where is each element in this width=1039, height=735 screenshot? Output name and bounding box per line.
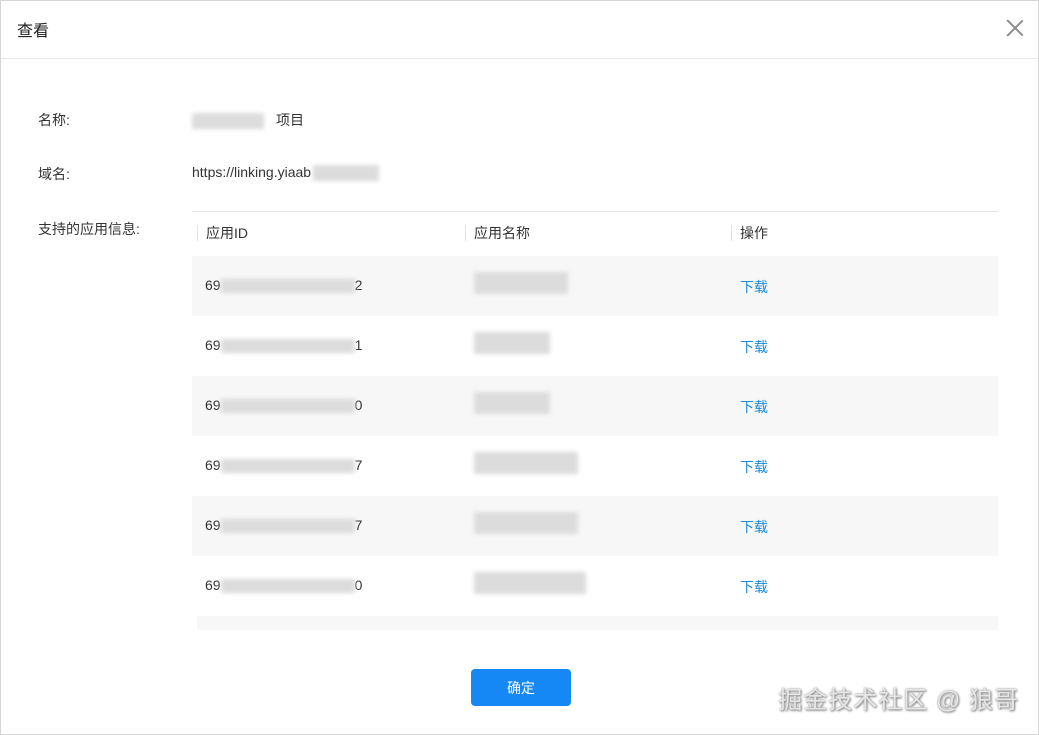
download-link[interactable]: 下载 [740, 577, 768, 597]
table-header: 应用ID 应用名称 操作 [192, 212, 998, 256]
name-suffix: 项目 [276, 112, 304, 128]
download-link[interactable]: 下载 [740, 457, 768, 477]
download-link[interactable]: 下载 [740, 337, 768, 357]
apps-table: 应用ID 应用名称 操作 69 2 下载 69 1 下载 69 0 下载 69 7 下载… [192, 211, 998, 630]
close-icon[interactable] [1004, 17, 1026, 39]
redacted-domain [313, 165, 380, 182]
table-row: 69 1 下载 [192, 316, 998, 376]
app-id-cell: 69 0 [205, 397, 363, 414]
table-row: 69 7 下载 [192, 436, 998, 496]
table-row: 69 2 下载 [192, 256, 998, 316]
table-row: 69 7 下载 [192, 496, 998, 556]
domain-value: https://linking.yiaab [192, 164, 380, 182]
app-id-cell: 69 1 [205, 337, 363, 354]
name-label: 名称: [38, 112, 70, 128]
redacted-name [192, 113, 264, 130]
download-link[interactable]: 下载 [740, 277, 768, 297]
app-name-cell [474, 392, 550, 414]
app-name-cell [474, 572, 586, 594]
app-id-cell: 69 7 [205, 517, 363, 534]
app-name-cell [474, 452, 578, 474]
download-link[interactable]: 下载 [740, 397, 768, 417]
column-app-id: 应用ID [197, 225, 248, 241]
app-id-cell: 69 7 [205, 457, 363, 474]
table-scroll-strip [197, 616, 998, 630]
name-value: 项目 [192, 110, 304, 130]
ok-button[interactable]: 确定 [471, 669, 571, 706]
column-operation: 操作 [731, 225, 768, 241]
app-name-cell [474, 272, 568, 294]
app-id-cell: 69 2 [205, 277, 363, 294]
app-name-cell [474, 332, 550, 354]
column-app-name: 应用名称 [465, 225, 530, 241]
dialog-header: 查看 [1, 1, 1038, 59]
watermark: 掘金技术社区 @ 狼哥 [778, 687, 1019, 714]
download-link[interactable]: 下载 [740, 517, 768, 537]
view-dialog: 查看 名称: 项目 域名: https://linking.yiaab 支持的应… [0, 0, 1039, 735]
domain-label: 域名: [38, 166, 70, 182]
domain-text: https://linking.yiaab [192, 164, 312, 180]
table-row: 69 0 下载 [192, 376, 998, 436]
table-row: 69 0 下载 [192, 556, 998, 616]
app-name-cell [474, 512, 578, 534]
app-id-cell: 69 0 [205, 577, 363, 594]
apps-label: 支持的应用信息: [38, 221, 140, 237]
dialog-title: 查看 [17, 23, 50, 40]
